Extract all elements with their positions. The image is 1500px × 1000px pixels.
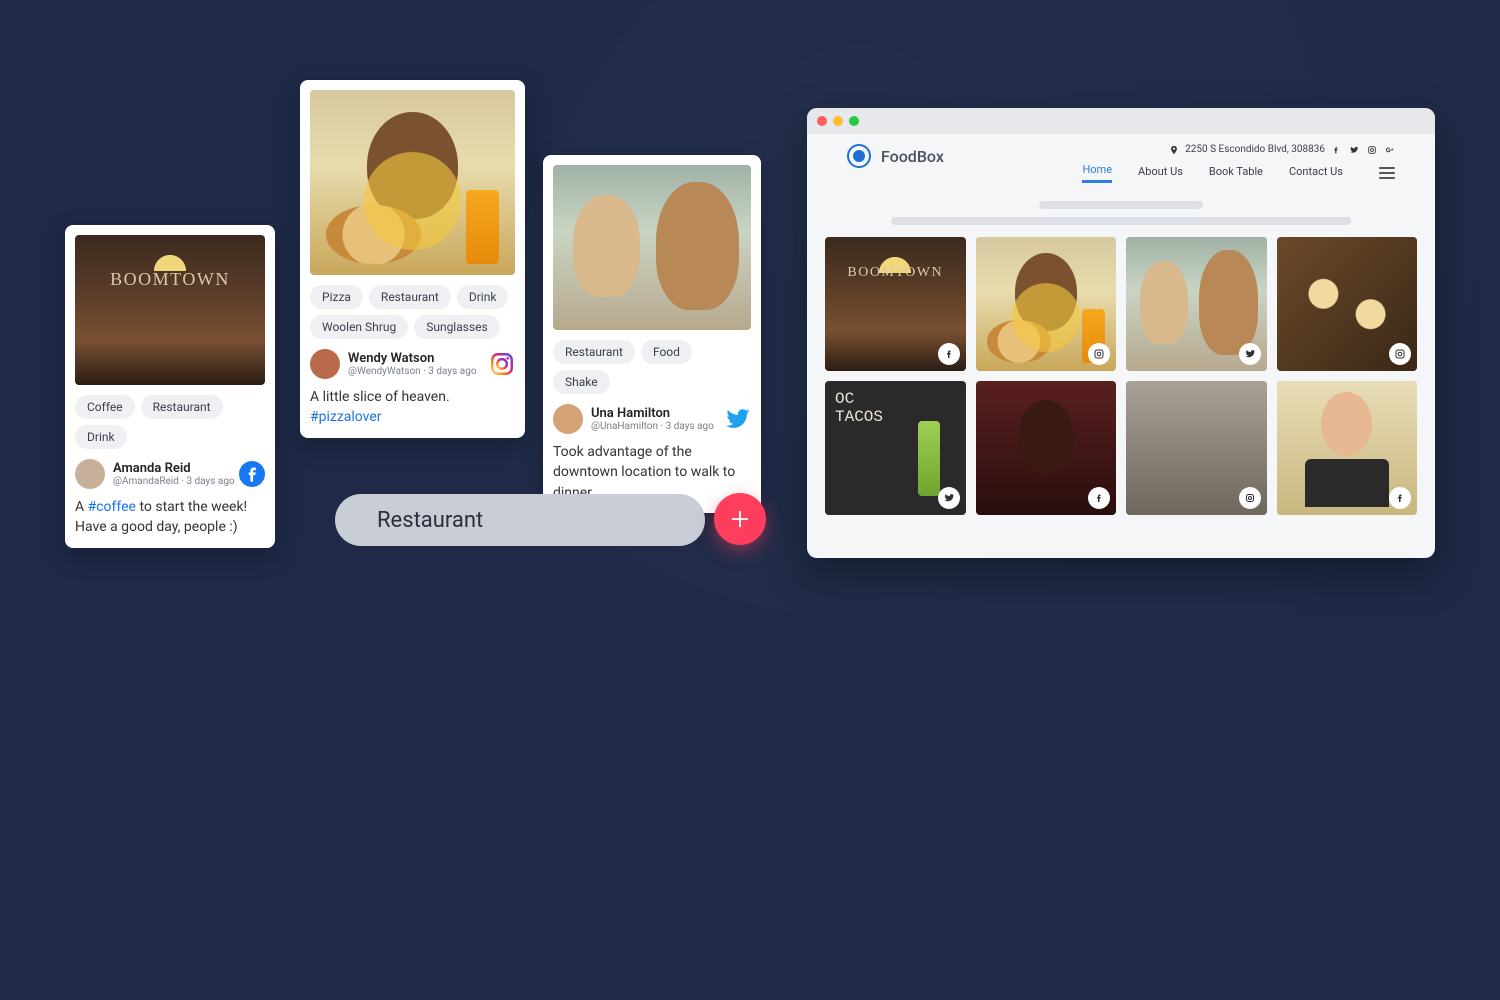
nav-link-home[interactable]: Home — [1082, 163, 1112, 183]
google-icon — [1239, 487, 1261, 509]
author-meta: @AmandaReid · 3 days ago — [113, 476, 235, 487]
twitter-icon — [938, 487, 960, 509]
site-address: 2250 S Escondido Blvd, 308836 — [1169, 144, 1395, 155]
tag[interactable]: Pizza — [310, 285, 363, 309]
tag[interactable]: Restaurant — [553, 340, 635, 364]
facebook-icon[interactable] — [239, 461, 265, 487]
post-image — [553, 165, 751, 330]
tag[interactable]: Drink — [457, 285, 509, 309]
google-plus-icon[interactable] — [1385, 145, 1395, 155]
hashtag-link[interactable]: #coffee — [88, 499, 136, 515]
social-card: Coffee Restaurant Drink Amanda Reid @Ama… — [65, 225, 275, 548]
feed-tile[interactable] — [1126, 381, 1267, 515]
feed-tile[interactable] — [825, 237, 966, 371]
feed-tile[interactable] — [976, 237, 1117, 371]
site-brand[interactable]: FoodBox — [847, 144, 944, 168]
hashtag-link[interactable]: #pizzalover — [310, 409, 382, 425]
twitter-icon[interactable] — [725, 406, 751, 432]
tag-row: Coffee Restaurant Drink — [75, 395, 265, 449]
tag[interactable]: Sunglasses — [414, 315, 500, 339]
nav-link-book[interactable]: Book Table — [1209, 165, 1263, 182]
filter-pill[interactable]: Restaurant — [335, 494, 705, 546]
site-nav: Home About Us Book Table Contact Us — [1082, 163, 1395, 183]
tag[interactable]: Food — [641, 340, 692, 364]
add-button[interactable] — [714, 493, 766, 545]
feed-tile[interactable] — [1277, 237, 1418, 371]
window-titlebar — [807, 108, 1435, 134]
feed-tile[interactable] — [1126, 237, 1267, 371]
tag[interactable]: Shake — [553, 370, 610, 394]
author-name: Una Hamilton — [591, 406, 714, 421]
window-min-icon[interactable] — [833, 116, 843, 126]
brand-logo-icon — [847, 144, 871, 168]
facebook-icon[interactable] — [1331, 145, 1341, 155]
plus-icon — [729, 508, 751, 530]
feed-tile[interactable] — [1277, 381, 1418, 515]
instagram-icon — [1088, 343, 1110, 365]
twitter-icon[interactable] — [1349, 145, 1359, 155]
author-meta: @UnaHamilton · 3 days ago — [591, 421, 714, 432]
author-meta: @WendyWatson · 3 days ago — [348, 366, 477, 377]
nav-link-about[interactable]: About Us — [1138, 165, 1183, 182]
tag[interactable]: Restaurant — [141, 395, 223, 419]
feed-tile[interactable] — [825, 381, 966, 515]
post-text: A little slice of heaven. #pizzalover — [310, 387, 515, 428]
post-image — [75, 235, 265, 385]
window-close-icon[interactable] — [817, 116, 827, 126]
avatar[interactable] — [553, 404, 583, 434]
social-card: Restaurant Food Shake Una Hamilton @UnaH… — [543, 155, 761, 513]
facebook-icon — [1389, 487, 1411, 509]
avatar[interactable] — [75, 459, 105, 489]
facebook-icon — [938, 343, 960, 365]
brand-name: FoodBox — [881, 147, 944, 166]
tag[interactable]: Drink — [75, 425, 127, 449]
feed-grid — [807, 231, 1435, 531]
post-image — [310, 90, 515, 275]
tag[interactable]: Woolen Shrug — [310, 315, 408, 339]
skeleton-text — [807, 187, 1435, 231]
author-name: Amanda Reid — [113, 461, 235, 476]
twitter-icon — [1239, 343, 1261, 365]
feed-tile[interactable] — [976, 381, 1117, 515]
tag[interactable]: Restaurant — [369, 285, 451, 309]
nav-link-contact[interactable]: Contact Us — [1289, 165, 1343, 182]
pin-icon — [1169, 145, 1179, 155]
tag-row: Pizza Restaurant Drink Woolen Shrug Sung… — [310, 285, 515, 339]
tag[interactable]: Coffee — [75, 395, 135, 419]
instagram-icon[interactable] — [1367, 145, 1377, 155]
window-max-icon[interactable] — [849, 116, 859, 126]
menu-icon[interactable] — [1379, 167, 1395, 179]
website-preview: FoodBox 2250 S Escondido Blvd, 308836 Ho… — [807, 108, 1435, 558]
post-text: A #coffee to start the week! Have a good… — [75, 497, 265, 538]
tag-row: Restaurant Food Shake — [553, 340, 751, 394]
facebook-icon — [1088, 487, 1110, 509]
instagram-icon[interactable] — [489, 351, 515, 377]
instagram-icon — [1389, 343, 1411, 365]
avatar[interactable] — [310, 349, 340, 379]
filter-label: Restaurant — [377, 508, 483, 533]
social-card: Pizza Restaurant Drink Woolen Shrug Sung… — [300, 80, 525, 438]
author-name: Wendy Watson — [348, 351, 477, 366]
